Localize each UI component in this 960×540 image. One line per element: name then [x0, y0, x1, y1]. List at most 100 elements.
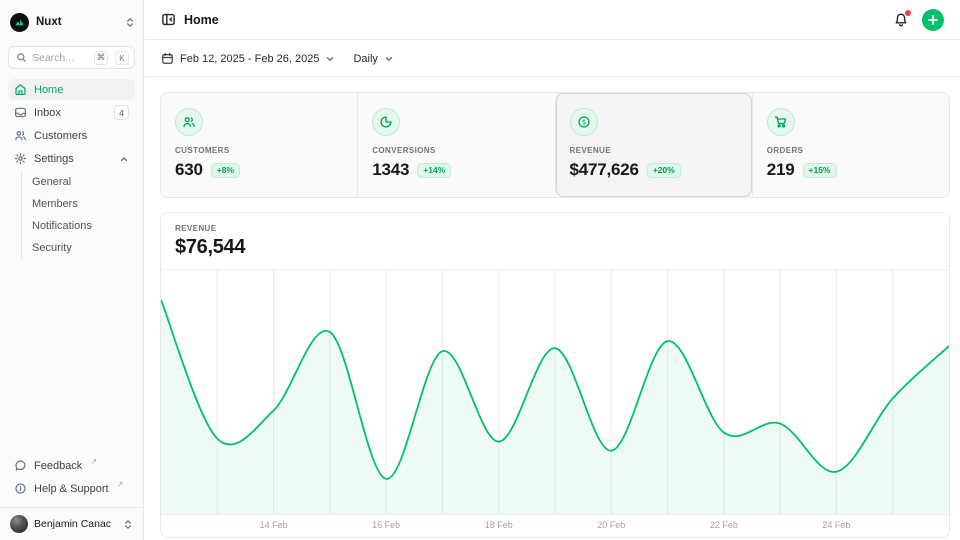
search-input[interactable]: Search... ⌘ K: [8, 46, 135, 69]
user-menu[interactable]: Benjamin Canac: [0, 507, 143, 540]
revenue-chart-card: Revenue $76,544 14 Feb 16 Feb 18 Feb 20 Feb…: [160, 212, 950, 538]
sidebar-item-notifications[interactable]: Notifications: [24, 215, 135, 237]
panel-left-collapse-icon[interactable]: [161, 12, 176, 27]
filters-toolbar: Feb 12, 2025 - Feb 26, 2025 Daily: [145, 41, 960, 77]
kbd-cmd: ⌘: [94, 51, 108, 65]
sidebar-item-members[interactable]: Members: [24, 193, 135, 215]
plus-icon: [927, 14, 939, 26]
sidebar-item-label: Settings: [34, 153, 74, 165]
stat-value: $477,626: [570, 160, 639, 180]
settings-submenu: General Members Notifications Security: [21, 171, 135, 259]
svg-text:$: $: [581, 117, 586, 126]
search-placeholder: Search...: [32, 52, 89, 64]
sub-item-label: Security: [32, 242, 72, 254]
sidebar-item-label: Customers: [34, 130, 87, 142]
x-tick-label: 22 Feb: [710, 520, 738, 530]
date-range-label: Feb 12, 2025 - Feb 26, 2025: [180, 53, 319, 65]
dashboard-app: Nuxt Search... ⌘ K Home: [0, 0, 960, 540]
stat-value: 219: [767, 160, 795, 180]
circle-dollar-icon: $: [570, 108, 598, 136]
sidebar-item-general[interactable]: General: [24, 171, 135, 193]
notification-dot: [905, 10, 911, 16]
chart-pie-icon: [372, 108, 400, 136]
notifications-bell-button[interactable]: [893, 12, 909, 28]
footer-link-label: Feedback: [34, 460, 82, 472]
workspace-name: Nuxt: [36, 16, 62, 28]
stat-delta-badge: +14%: [417, 163, 451, 178]
sidebar-item-home[interactable]: Home: [8, 79, 135, 100]
x-tick-label: 14 Feb: [260, 520, 288, 530]
workspace-selector[interactable]: Nuxt: [10, 10, 135, 34]
help-support-link[interactable]: Help & Support ↗: [8, 478, 135, 499]
stat-label: Conversions: [372, 146, 540, 155]
inbox-icon: [14, 106, 27, 119]
chart-header: Revenue $76,544: [161, 213, 949, 270]
sidebar-item-security[interactable]: Security: [24, 237, 135, 259]
add-button[interactable]: [922, 9, 944, 31]
chart-total-value: $76,544: [175, 236, 935, 259]
page-title: Home: [184, 13, 219, 27]
sub-item-label: Members: [32, 198, 78, 210]
stat-label: Revenue: [570, 146, 738, 155]
gear-icon: [14, 152, 27, 165]
stat-delta-badge: +8%: [211, 163, 240, 178]
user-name: Benjamin Canac: [34, 518, 111, 530]
revenue-area-chart: [161, 270, 949, 515]
stat-card-conversions[interactable]: Conversions 1343 +14%: [357, 93, 554, 197]
sidebar-item-label: Inbox: [34, 107, 61, 119]
feedback-link[interactable]: Feedback ↗: [8, 455, 135, 476]
stat-card-customers[interactable]: Customers 630 +8%: [161, 93, 357, 197]
header-actions: [893, 9, 944, 31]
nuxt-logo-icon: [10, 13, 29, 32]
home-icon: [14, 83, 27, 96]
chevron-up-icon: [119, 154, 129, 164]
sub-item-label: Notifications: [32, 220, 92, 232]
chat-bubble-icon: [14, 459, 27, 472]
chart-svg: [161, 270, 949, 514]
chevron-up-down-icon: [123, 519, 133, 530]
x-tick-label: 24 Feb: [822, 520, 850, 530]
sub-item-label: General: [32, 176, 71, 188]
stat-value: 1343: [372, 160, 409, 180]
chevron-up-down-icon: [125, 17, 135, 28]
stat-label: Customers: [175, 146, 343, 155]
sidebar-nav: Home Inbox 4 Customers Settings: [0, 79, 143, 261]
info-circle-icon: [14, 482, 27, 495]
stat-card-orders[interactable]: Orders 219 +15%: [752, 93, 949, 197]
stat-delta-badge: +20%: [647, 163, 681, 178]
chevron-down-icon: [325, 54, 335, 64]
kbd-k: K: [115, 51, 129, 65]
stat-label: Orders: [767, 146, 935, 155]
stats-row: Customers 630 +8% Conversions 1343 +14% …: [160, 92, 950, 198]
sidebar: Nuxt Search... ⌘ K Home: [0, 0, 144, 540]
x-tick-label: 18 Feb: [485, 520, 513, 530]
x-tick-label: 20 Feb: [597, 520, 625, 530]
x-tick-label: 16 Feb: [372, 520, 400, 530]
chart-label: Revenue: [175, 224, 935, 233]
users-icon: [14, 129, 27, 142]
sidebar-footer-links: Feedback ↗ Help & Support ↗: [0, 455, 143, 507]
search-icon: [16, 52, 27, 63]
user-avatar: [10, 515, 28, 533]
stat-card-revenue[interactable]: $ Revenue $477,626 +20%: [555, 93, 752, 197]
users-icon: [175, 108, 203, 136]
footer-link-label: Help & Support: [34, 483, 109, 495]
sidebar-spacer: [0, 261, 143, 455]
granularity-select[interactable]: Daily: [353, 53, 393, 65]
shopping-cart-icon: [767, 108, 795, 136]
sidebar-item-customers[interactable]: Customers: [8, 125, 135, 146]
date-range-button[interactable]: Feb 12, 2025 - Feb 26, 2025: [161, 52, 335, 65]
inbox-count-badge: 4: [114, 105, 129, 120]
chevron-down-icon: [384, 54, 394, 64]
page-header: Home: [145, 0, 960, 40]
arrow-up-right-icon: ↗: [117, 480, 124, 489]
arrow-up-right-icon: ↗: [90, 457, 97, 466]
granularity-label: Daily: [353, 53, 377, 65]
sidebar-item-settings[interactable]: Settings: [8, 148, 135, 169]
stat-value: 630: [175, 160, 203, 180]
stat-delta-badge: +15%: [803, 163, 837, 178]
chart-x-axis: 14 Feb 16 Feb 18 Feb 20 Feb 22 Feb 24 Feb: [161, 515, 949, 537]
sidebar-item-label: Home: [34, 84, 63, 96]
calendar-icon: [161, 52, 174, 65]
sidebar-item-inbox[interactable]: Inbox 4: [8, 102, 135, 123]
